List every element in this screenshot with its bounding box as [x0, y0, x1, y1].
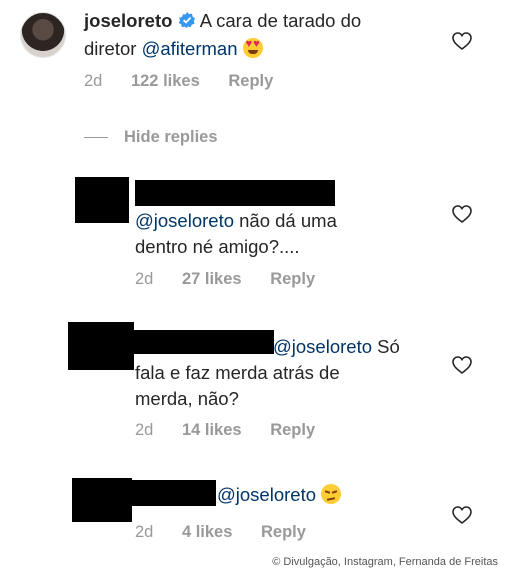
comment-likes[interactable]: 122 likes — [131, 72, 200, 90]
reply-likes[interactable]: 4 likes — [182, 523, 232, 541]
reply-text-line1: Só — [372, 336, 400, 357]
comment-meta: 2d 122 likes Reply — [84, 72, 273, 91]
redacted-avatar — [72, 478, 132, 522]
reply-text-line1: não dá uma — [234, 210, 337, 231]
reply-meta: 2d 27 likes Reply — [135, 270, 315, 289]
reply-meta: 2d 14 likes Reply — [135, 421, 315, 440]
pensive-face-emoji-icon — [321, 484, 342, 504]
avatar[interactable] — [20, 12, 66, 58]
heart-outline-icon[interactable] — [452, 356, 472, 374]
reply-text-line3: merda, não? — [135, 388, 239, 409]
reply-text-line2: dentro né amigo?.... — [135, 236, 300, 257]
main-comment-text: joseloreto A cara de tarado do diretor @… — [84, 8, 434, 62]
comment-text-part1: A cara de tarado do — [199, 10, 362, 31]
reply-text-line2: fala e faz merda atrás de — [135, 362, 340, 383]
reply-text: @joseloreto — [135, 482, 435, 508]
redacted-avatar — [68, 322, 134, 370]
reply-button[interactable]: Reply — [228, 72, 273, 90]
heart-outline-icon[interactable] — [452, 205, 472, 223]
reply-text: @joseloreto Só fala e faz merda atrás de… — [135, 334, 445, 412]
redacted-username — [135, 180, 335, 206]
reply-likes[interactable]: 14 likes — [182, 421, 242, 439]
heart-eyes-emoji-icon — [242, 38, 263, 58]
reply-time[interactable]: 2d — [135, 270, 153, 288]
mention-link[interactable]: @joseloreto — [273, 336, 372, 357]
heart-outline-icon[interactable] — [452, 506, 472, 524]
reply-likes[interactable]: 27 likes — [182, 270, 242, 288]
hide-replies-label: Hide replies — [124, 128, 218, 146]
comment-time[interactable]: 2d — [84, 72, 102, 90]
reply-time[interactable]: 2d — [135, 421, 153, 439]
redacted-avatar — [75, 177, 129, 223]
reply-button[interactable]: Reply — [261, 523, 306, 541]
comment-text-part2: diretor — [84, 38, 137, 59]
comment-username[interactable]: joseloreto — [84, 10, 172, 31]
heart-outline-icon[interactable] — [452, 32, 472, 50]
mention-link[interactable]: @afiterman — [142, 38, 238, 59]
mention-link[interactable]: @joseloreto — [217, 484, 316, 505]
hide-replies-button[interactable]: Hide replies — [84, 128, 218, 147]
reply-text: @joseloreto não dá uma dentro né amigo?.… — [135, 208, 435, 260]
mention-link[interactable]: @joseloreto — [135, 210, 234, 231]
divider-line — [84, 137, 108, 139]
verified-badge-icon — [178, 10, 196, 36]
reply-button[interactable]: Reply — [270, 270, 315, 288]
reply-meta: 2d 4 likes Reply — [135, 523, 306, 542]
reply-time[interactable]: 2d — [135, 523, 153, 541]
photo-credit: © Divulgação, Instagram, Fernanda de Fre… — [272, 556, 498, 568]
reply-button[interactable]: Reply — [270, 421, 315, 439]
